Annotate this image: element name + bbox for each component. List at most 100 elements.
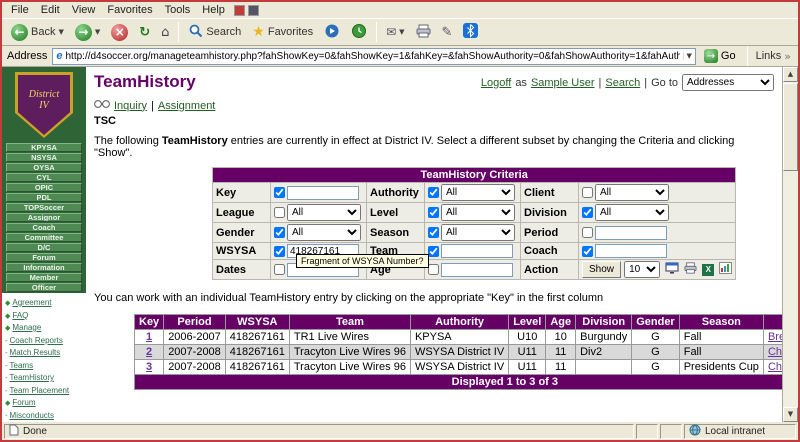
dates-checkbox[interactable]: [274, 264, 285, 275]
sidebar-link-misconducts[interactable]: Misconducts: [10, 411, 54, 420]
scroll-down-icon[interactable]: ▼: [783, 407, 798, 422]
key-link[interactable]: 2: [146, 346, 152, 358]
forward-button[interactable]: → ▼: [70, 21, 105, 44]
client-checkbox[interactable]: [582, 187, 593, 198]
back-dropdown-icon[interactable]: ▼: [58, 28, 63, 36]
sidebar-item-topsoccer[interactable]: TOPSoccer: [6, 203, 82, 212]
sidebar-item-dc[interactable]: D/C: [6, 243, 82, 252]
sidebar-item-pdl[interactable]: PDL: [6, 193, 82, 202]
media-button[interactable]: [319, 20, 345, 45]
back-button[interactable]: ← Back ▼: [6, 21, 69, 44]
menu-edit[interactable]: Edit: [35, 3, 66, 17]
chart-icon[interactable]: [719, 262, 732, 277]
sidebar-item-member[interactable]: Member: [6, 273, 82, 282]
sidebar-link-manage[interactable]: Manage: [12, 323, 41, 332]
key-link[interactable]: 1: [146, 331, 152, 343]
level-select[interactable]: All: [441, 204, 515, 221]
sidebar-item-assignor[interactable]: Assignor: [6, 213, 82, 222]
sidebar-item-opic[interactable]: OPIC: [6, 183, 82, 192]
sidebar-link-agreement[interactable]: Agreement: [12, 298, 51, 307]
links-toolbar[interactable]: Links »: [756, 50, 793, 63]
coach-checkbox[interactable]: [582, 246, 593, 257]
season-checkbox[interactable]: [428, 227, 439, 238]
scrollbar-thumb[interactable]: [783, 83, 798, 171]
coach-link[interactable]: Charles E Radford III: [768, 346, 782, 358]
level-checkbox[interactable]: [428, 207, 439, 218]
forward-dropdown-icon[interactable]: ▼: [95, 28, 100, 36]
division-select[interactable]: All: [595, 204, 669, 221]
search-link[interactable]: Search: [605, 77, 640, 89]
gender-checkbox[interactable]: [274, 227, 285, 238]
printer-icon[interactable]: [684, 262, 697, 277]
sidebar-link-coach-reports[interactable]: Coach Reports: [10, 336, 63, 345]
address-input[interactable]: e http://d4soccer.org/manageteamhistory.…: [52, 48, 696, 65]
gender-select[interactable]: All: [287, 224, 361, 241]
team-input[interactable]: [441, 244, 513, 258]
league-checkbox[interactable]: [274, 207, 285, 218]
sidebar-link-team-placement[interactable]: Team Placement: [10, 386, 70, 395]
sidebar-link-faq[interactable]: FAQ: [12, 311, 28, 320]
age-input[interactable]: [441, 263, 513, 277]
period-input[interactable]: [595, 226, 667, 240]
team-checkbox[interactable]: [428, 246, 439, 257]
go-button[interactable]: → Go: [701, 48, 739, 64]
goto-select[interactable]: Addresses: [682, 74, 774, 91]
excel-export-icon[interactable]: X: [702, 264, 714, 276]
sidebar-item-cyl[interactable]: CYL: [6, 173, 82, 182]
sidebar-item-committee[interactable]: Committee: [6, 233, 82, 242]
scroll-up-icon[interactable]: ▲: [783, 67, 798, 82]
screen-icon[interactable]: [665, 262, 679, 277]
print-button[interactable]: [411, 21, 436, 44]
coach-input[interactable]: [595, 244, 667, 258]
sidebar-item-nsysa[interactable]: NSYSA: [6, 153, 82, 162]
key-link[interactable]: 3: [146, 361, 152, 373]
authority-select[interactable]: All: [441, 184, 515, 201]
menu-tools[interactable]: Tools: [159, 3, 197, 17]
edit-button[interactable]: ✎: [437, 23, 458, 42]
user-link[interactable]: Sample User: [531, 77, 595, 89]
sidebar-item-coach[interactable]: Coach: [6, 223, 82, 232]
favorites-button[interactable]: ★ Favorites: [247, 23, 318, 42]
addon-icon-2[interactable]: [248, 5, 259, 16]
sidebar-link-teams[interactable]: Teams: [10, 361, 34, 370]
key-input[interactable]: [287, 186, 359, 200]
division-checkbox[interactable]: [582, 207, 593, 218]
inquiry-link[interactable]: Inquiry: [114, 100, 147, 112]
mail-dropdown-icon[interactable]: ▼: [399, 28, 404, 36]
menu-help[interactable]: Help: [196, 3, 231, 17]
key-checkbox[interactable]: [274, 187, 285, 198]
history-button[interactable]: [346, 20, 372, 45]
addon-icon[interactable]: [234, 5, 245, 16]
sidebar-item-kpysa[interactable]: KPYSA: [6, 143, 82, 152]
age-checkbox[interactable]: [428, 264, 439, 275]
authority-checkbox[interactable]: [428, 187, 439, 198]
sidebar-item-information[interactable]: Information: [6, 263, 82, 272]
search-button[interactable]: Search: [183, 20, 246, 44]
vertical-scrollbar[interactable]: ▲ ▼: [782, 67, 798, 422]
sidebar-link-match-results[interactable]: Match Results: [10, 348, 61, 357]
sidebar-item-forum[interactable]: Forum: [6, 253, 82, 262]
scrollbar-track[interactable]: [783, 82, 798, 407]
menu-view[interactable]: View: [66, 3, 102, 17]
menu-file[interactable]: File: [5, 3, 35, 17]
show-button[interactable]: Show: [582, 261, 621, 278]
refresh-button[interactable]: ↻: [134, 23, 155, 42]
coach-link[interactable]: Charles E Radford III: [768, 361, 782, 373]
sidebar-link-forum[interactable]: Forum: [12, 398, 35, 407]
bluetooth-button[interactable]: [458, 20, 483, 44]
menu-favorites[interactable]: Favorites: [101, 3, 158, 17]
address-dropdown-icon[interactable]: ▼: [683, 52, 692, 60]
sidebar-item-officer[interactable]: Officer: [6, 283, 82, 292]
client-select[interactable]: All: [595, 184, 669, 201]
season-select[interactable]: All: [441, 224, 515, 241]
league-select[interactable]: All: [287, 204, 361, 221]
period-checkbox[interactable]: [582, 227, 593, 238]
mail-button[interactable]: ✉ ▼: [381, 23, 409, 42]
wsysa-checkbox[interactable]: [274, 246, 285, 257]
coach-link[interactable]: Brenda Tyner: [768, 331, 782, 343]
sidebar-link-teamhistory[interactable]: TeamHistory: [10, 373, 54, 382]
sidebar-item-oysa[interactable]: OYSA: [6, 163, 82, 172]
page-size-select[interactable]: 10: [624, 261, 660, 278]
stop-button[interactable]: ×: [106, 21, 133, 44]
home-button[interactable]: ⌂: [156, 23, 174, 42]
